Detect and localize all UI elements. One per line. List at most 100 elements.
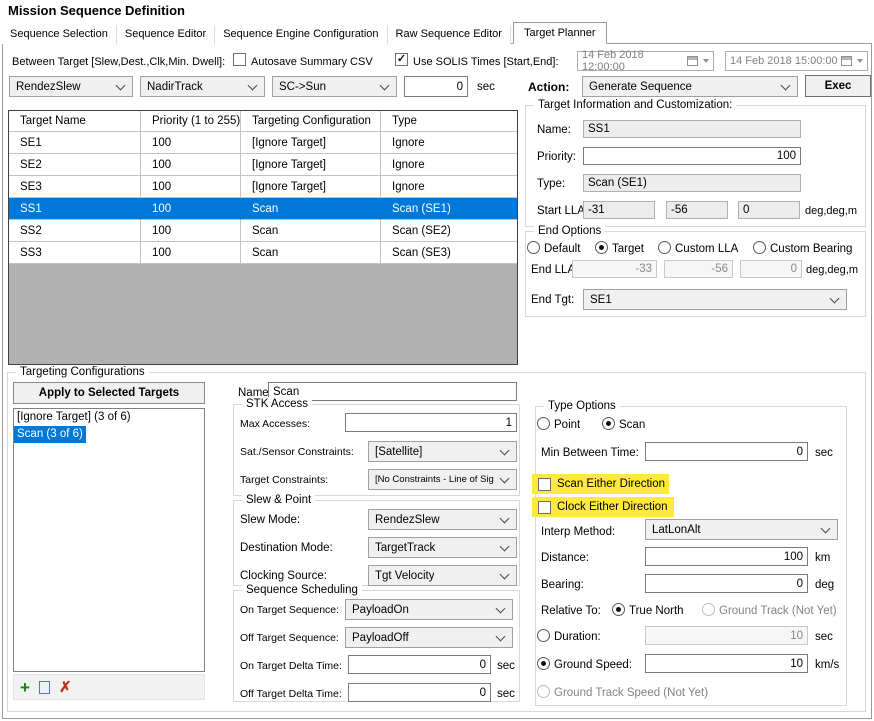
- destination-select[interactable]: NadirTrack: [140, 76, 265, 97]
- interp-method-select[interactable]: LatLonAlt: [645, 519, 838, 540]
- copy-icon[interactable]: [39, 681, 50, 694]
- on-target-delta-input[interactable]: [348, 655, 491, 674]
- scan-either-direction-checkbox[interactable]: [538, 478, 551, 491]
- table-row[interactable]: SS2 100 Scan Scan (SE2): [9, 220, 517, 242]
- clocking-select[interactable]: SC->Sun: [272, 76, 397, 97]
- distance-unit: km: [815, 551, 830, 565]
- col-type[interactable]: Type: [381, 111, 517, 132]
- max-accesses-input[interactable]: [345, 413, 517, 432]
- cell-name: SS1: [9, 198, 141, 220]
- tab-sequence-selection[interactable]: Sequence Selection: [2, 25, 117, 44]
- start-lla-label: Start LLA:: [537, 204, 588, 218]
- col-target-name[interactable]: Target Name: [9, 111, 141, 132]
- slew-mode-select[interactable]: RendezSlew: [368, 509, 517, 530]
- table-row[interactable]: SE1 100 [Ignore Target] Ignore: [9, 132, 517, 154]
- tab-sequence-engine-configuration[interactable]: Sequence Engine Configuration: [215, 25, 387, 44]
- interp-method-label: Interp Method:: [541, 525, 615, 539]
- tab-target-planner[interactable]: Target Planner: [513, 22, 607, 44]
- col-targeting-configuration[interactable]: Targeting Configuration: [241, 111, 381, 132]
- duration-radio[interactable]: [537, 629, 550, 642]
- cell-priority: 100: [141, 198, 241, 220]
- exec-button[interactable]: Exec: [805, 75, 871, 97]
- sat-sensor-constraints-select[interactable]: [Satellite]: [368, 441, 517, 462]
- ground-track-speed-radio: [537, 685, 550, 698]
- start-time-picker: 14 Feb 2018 12:00:00: [577, 51, 714, 71]
- tab-sequence-editor[interactable]: Sequence Editor: [117, 25, 215, 44]
- off-target-delta-input[interactable]: [348, 683, 491, 702]
- tab-raw-sequence-editor[interactable]: Raw Sequence Editor: [388, 25, 511, 44]
- apply-to-selected-targets-button[interactable]: Apply to Selected Targets: [13, 382, 205, 404]
- cell-type: Ignore: [381, 132, 517, 154]
- sat-sensor-constraints-value: [Satellite]: [375, 446, 422, 458]
- table-row[interactable]: SE2 100 [Ignore Target] Ignore: [9, 154, 517, 176]
- sequence-scheduling-group-title: Sequence Scheduling: [242, 583, 362, 598]
- ground-speed-input[interactable]: [645, 654, 808, 673]
- clock-either-direction-checkbox[interactable]: [538, 501, 551, 514]
- table-row[interactable]: SE3 100 [Ignore Target] Ignore: [9, 176, 517, 198]
- on-target-sequence-value: PayloadOn: [352, 604, 409, 616]
- start-alt-field: [738, 201, 800, 219]
- cell-config: [Ignore Target]: [241, 154, 381, 176]
- ground-track-radio: [702, 603, 715, 616]
- duration-input: [645, 626, 808, 645]
- use-solis-times-checkbox[interactable]: [395, 53, 408, 66]
- chevron-down-icon: [500, 473, 510, 483]
- bearing-unit: deg: [815, 578, 834, 592]
- bearing-input[interactable]: [645, 574, 808, 593]
- clocking-source-select[interactable]: Tgt Velocity: [368, 565, 517, 586]
- end-custom-bearing-radio[interactable]: [753, 241, 766, 254]
- target-constraints-select[interactable]: [No Constraints - Line of Sight]: [368, 469, 517, 490]
- end-lla-units: deg,deg,m: [806, 263, 858, 277]
- interp-method-value: LatLonAlt: [652, 524, 701, 536]
- table-header-row: Target Name Priority (1 to 255) Targetin…: [9, 111, 517, 132]
- cell-config: [Ignore Target]: [241, 176, 381, 198]
- end-time-picker: 14 Feb 2018 15:00:00: [725, 51, 868, 71]
- end-tgt-select[interactable]: SE1: [583, 289, 847, 310]
- min-between-time-label: Min Between Time:: [541, 446, 639, 460]
- list-item[interactable]: Scan (3 of 6): [14, 426, 86, 443]
- start-lla-units: deg,deg,m: [805, 204, 857, 218]
- clock-either-direction-label: Clock Either Direction: [557, 501, 668, 514]
- priority-label: Priority:: [537, 150, 576, 164]
- add-icon[interactable]: +: [20, 679, 30, 696]
- start-lon-field: [666, 201, 728, 219]
- list-item[interactable]: [Ignore Target] (3 of 6): [14, 409, 134, 426]
- table-row[interactable]: SS1 100 Scan Scan (SE1): [9, 198, 517, 220]
- target-name-field: [583, 120, 801, 138]
- target-table: Target Name Priority (1 to 255) Targetin…: [8, 110, 518, 365]
- chevron-down-icon: [703, 59, 709, 63]
- target-info-group-title: Target Information and Customization:: [534, 98, 736, 113]
- slew-select[interactable]: RendezSlew: [9, 76, 133, 97]
- end-custom-lla-radio[interactable]: [658, 241, 671, 254]
- end-target-radio[interactable]: [595, 241, 608, 254]
- duration-label: Duration:: [554, 630, 601, 644]
- true-north-radio[interactable]: [612, 603, 625, 616]
- scan-radio-label: Scan: [619, 418, 645, 432]
- on-target-sequence-label: On Target Sequence:: [240, 603, 339, 617]
- point-radio[interactable]: [537, 417, 550, 430]
- autosave-summary-checkbox[interactable]: [233, 53, 246, 66]
- end-default-radio[interactable]: [527, 241, 540, 254]
- on-target-sequence-select[interactable]: PayloadOn: [345, 599, 513, 620]
- delete-icon[interactable]: ✗: [59, 680, 72, 695]
- off-target-sequence-select[interactable]: PayloadOff: [345, 627, 513, 648]
- ground-track-label: Ground Track (Not Yet): [719, 604, 837, 618]
- type-options-group-title: Type Options: [544, 399, 620, 414]
- destination-mode-select[interactable]: TargetTrack: [368, 537, 517, 558]
- ground-speed-radio[interactable]: [537, 657, 550, 670]
- min-between-time-input[interactable]: [645, 442, 808, 461]
- action-select[interactable]: Generate Sequence: [582, 76, 798, 97]
- chevron-down-icon: [500, 569, 510, 579]
- scan-radio[interactable]: [602, 417, 615, 430]
- distance-input[interactable]: [645, 547, 808, 566]
- cell-config: [Ignore Target]: [241, 132, 381, 154]
- priority-field[interactable]: [583, 147, 801, 165]
- col-priority[interactable]: Priority (1 to 255): [141, 111, 241, 132]
- min-dwell-input[interactable]: [404, 76, 468, 97]
- chevron-down-icon: [500, 513, 510, 523]
- chevron-down-icon: [857, 59, 863, 63]
- between-target-label: Between Target [Slew,Dest.,Clk,Min. Dwel…: [12, 55, 225, 69]
- cell-type: Scan (SE3): [381, 242, 517, 264]
- cell-name: SE3: [9, 176, 141, 198]
- table-row[interactable]: SS3 100 Scan Scan (SE3): [9, 242, 517, 264]
